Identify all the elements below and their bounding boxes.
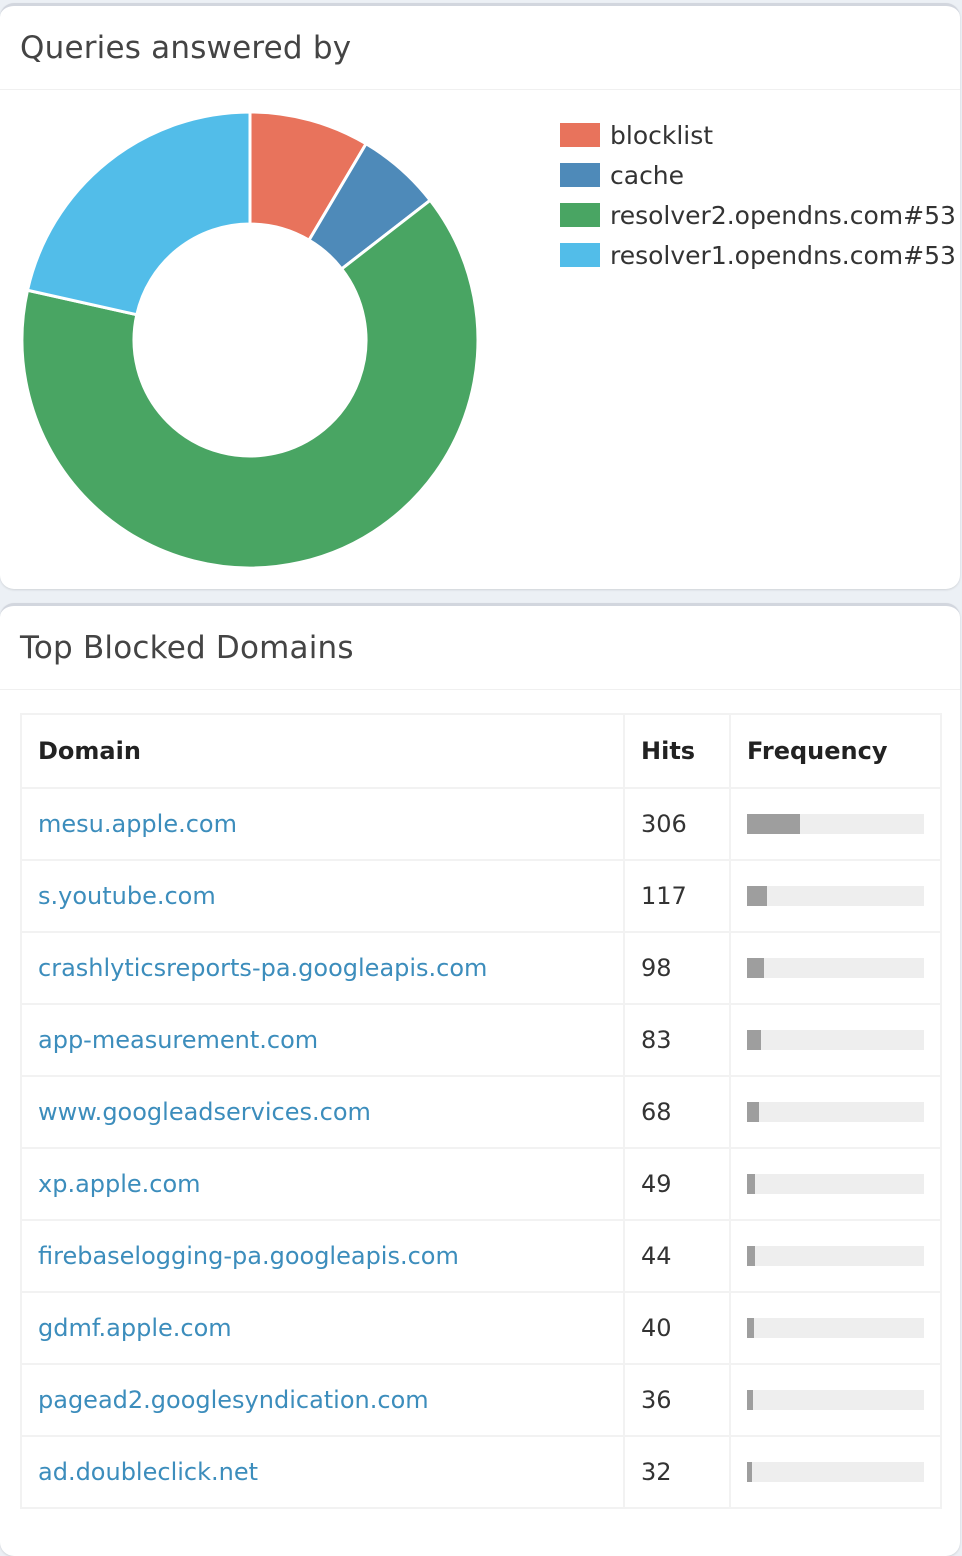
legend-label: blocklist — [610, 120, 714, 150]
blocked-domains-table: Domain Hits Frequency mesu.apple.com 306 s… — [20, 713, 942, 1509]
frequency-bar — [747, 1030, 924, 1050]
domain-cell: xp.apple.com — [20, 1147, 625, 1221]
top-blocked-domains-title: Top Blocked Domains — [0, 606, 960, 690]
frequency-bar-fill — [747, 814, 801, 834]
table-row: s.youtube.com 117 — [20, 859, 942, 933]
legend-swatch — [560, 123, 600, 147]
table-row: mesu.apple.com 306 — [20, 787, 942, 861]
top-blocked-domains-box: Top Blocked Domains Domain Hits Frequenc… — [0, 603, 960, 1556]
frequency-bar-fill — [747, 1462, 753, 1482]
legend-label: resolver2.opendns.com#53 — [610, 200, 956, 230]
domain-link[interactable]: crashlyticsreports-pa.googleapis.com — [38, 954, 487, 982]
table-row: www.googleadservices.com 68 — [20, 1075, 942, 1149]
legend-item[interactable]: resolver2.opendns.com#53 — [560, 195, 956, 235]
table-header-row: Domain Hits Frequency — [20, 713, 942, 789]
chart-legend: blocklist cache resolver2.opendns.com#53 re… — [560, 115, 956, 275]
frequency-bar-fill — [747, 1174, 756, 1194]
domain-cell: pagead2.googlesyndication.com — [20, 1363, 625, 1437]
frequency-cell — [729, 931, 942, 1005]
frequency-cell — [729, 1003, 942, 1077]
frequency-cell — [729, 787, 942, 861]
frequency-bar-fill — [747, 1030, 762, 1050]
frequency-bar-fill — [747, 886, 768, 906]
domain-link[interactable]: s.youtube.com — [38, 882, 216, 910]
legend-item[interactable]: resolver1.opendns.com#53 — [560, 235, 956, 275]
frequency-bar-fill — [747, 1246, 755, 1266]
hits-cell: 40 — [623, 1291, 731, 1365]
frequency-bar — [747, 814, 924, 834]
domain-link[interactable]: xp.apple.com — [38, 1170, 201, 1198]
table-row: xp.apple.com 49 — [20, 1147, 942, 1221]
legend-swatch — [560, 203, 600, 227]
table-row: pagead2.googlesyndication.com 36 — [20, 1363, 942, 1437]
donut-slice-resolver1-opendns-com-53[interactable] — [25, 110, 252, 317]
hits-cell: 98 — [623, 931, 731, 1005]
domain-cell: s.youtube.com — [20, 859, 625, 933]
column-header-frequency[interactable]: Frequency — [729, 713, 942, 789]
frequency-bar — [747, 1102, 924, 1122]
frequency-bar — [747, 1318, 924, 1338]
column-header-hits[interactable]: Hits — [623, 713, 731, 789]
hits-cell: 68 — [623, 1075, 731, 1149]
queries-chart-area: blocklist cache resolver2.opendns.com#53 re… — [0, 90, 960, 587]
table-row: app-measurement.com 83 — [20, 1003, 942, 1077]
frequency-cell — [729, 1147, 942, 1221]
domain-cell: crashlyticsreports-pa.googleapis.com — [20, 931, 625, 1005]
hits-cell: 36 — [623, 1363, 731, 1437]
frequency-bar — [747, 886, 924, 906]
domain-link[interactable]: mesu.apple.com — [38, 810, 237, 838]
domain-cell: app-measurement.com — [20, 1003, 625, 1077]
frequency-bar-fill — [747, 1390, 754, 1410]
frequency-bar — [747, 1462, 924, 1482]
table-row: gdmf.apple.com 40 — [20, 1291, 942, 1365]
hits-cell: 117 — [623, 859, 731, 933]
queries-answered-title: Queries answered by — [0, 6, 960, 90]
domain-cell: gdmf.apple.com — [20, 1291, 625, 1365]
queries-answered-box: Queries answered by blocklist cache resolv… — [0, 3, 960, 589]
frequency-bar-fill — [747, 1102, 759, 1122]
frequency-cell — [729, 1075, 942, 1149]
table-row: ad.doubleclick.net 32 — [20, 1435, 942, 1509]
domain-link[interactable]: firebaselogging-pa.googleapis.com — [38, 1242, 459, 1270]
frequency-bar-fill — [747, 958, 764, 978]
table-row: firebaselogging-pa.googleapis.com 44 — [20, 1219, 942, 1293]
domain-cell: firebaselogging-pa.googleapis.com — [20, 1219, 625, 1293]
hits-cell: 306 — [623, 787, 731, 861]
frequency-bar — [747, 958, 924, 978]
domain-cell: www.googleadservices.com — [20, 1075, 625, 1149]
legend-item[interactable]: blocklist — [560, 115, 956, 155]
domain-cell: mesu.apple.com — [20, 787, 625, 861]
queries-donut-chart — [20, 110, 480, 570]
legend-label: resolver1.opendns.com#53 — [610, 240, 956, 270]
hits-cell: 44 — [623, 1219, 731, 1293]
frequency-cell — [729, 1363, 942, 1437]
frequency-cell — [729, 1291, 942, 1365]
frequency-bar — [747, 1174, 924, 1194]
domain-cell: ad.doubleclick.net — [20, 1435, 625, 1509]
column-header-domain[interactable]: Domain — [20, 713, 625, 789]
table-row: crashlyticsreports-pa.googleapis.com 98 — [20, 931, 942, 1005]
frequency-bar-fill — [747, 1318, 754, 1338]
legend-swatch — [560, 243, 600, 267]
hits-cell: 83 — [623, 1003, 731, 1077]
hits-cell: 49 — [623, 1147, 731, 1221]
frequency-cell — [729, 1219, 942, 1293]
domain-link[interactable]: www.googleadservices.com — [38, 1098, 371, 1126]
domain-link[interactable]: gdmf.apple.com — [38, 1314, 232, 1342]
frequency-bar — [747, 1246, 924, 1266]
domain-link[interactable]: ad.doubleclick.net — [38, 1458, 258, 1486]
frequency-cell — [729, 1435, 942, 1509]
legend-swatch — [560, 163, 600, 187]
legend-label: cache — [610, 160, 685, 190]
domain-link[interactable]: app-measurement.com — [38, 1026, 318, 1054]
legend-item[interactable]: cache — [560, 155, 956, 195]
frequency-bar — [747, 1390, 924, 1410]
hits-cell: 32 — [623, 1435, 731, 1509]
frequency-cell — [729, 859, 942, 933]
domain-link[interactable]: pagead2.googlesyndication.com — [38, 1386, 429, 1414]
